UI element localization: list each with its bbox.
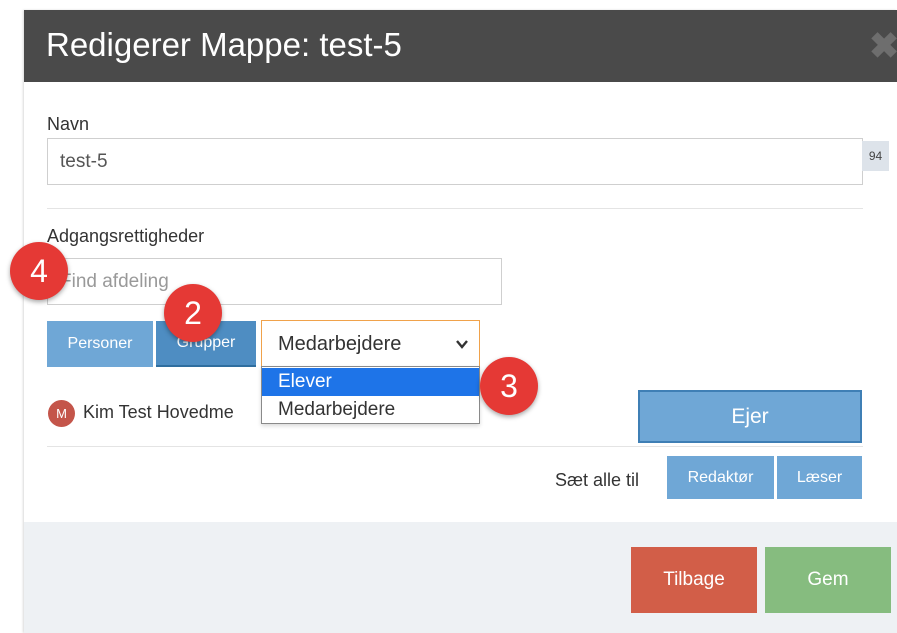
option-elever[interactable]: Elever: [262, 368, 479, 396]
member-divider: [47, 446, 863, 447]
name-label: Navn: [47, 114, 90, 134]
dialog-title: Redigerer Mappe: test-5: [46, 26, 402, 63]
close-icon[interactable]: ✖: [869, 28, 897, 64]
set-all-label: Sæt alle til: [555, 470, 640, 490]
char-counter: 94: [862, 141, 889, 171]
group-type-selected: Medarbejdere: [278, 333, 402, 355]
callout-badge-4: 4: [10, 242, 68, 300]
group-type-select[interactable]: Medarbejdere: [261, 320, 480, 369]
set-all-editor-button[interactable]: Redaktør: [667, 456, 774, 499]
owner-role-button[interactable]: Ejer: [638, 390, 862, 443]
option-medarbejdere[interactable]: Medarbejdere: [262, 396, 479, 424]
tab-persons[interactable]: Personer: [47, 321, 153, 367]
set-all-reader-button[interactable]: Læser: [777, 456, 862, 499]
avatar: M: [48, 400, 75, 427]
dialog-footer: Tilbage Gem: [24, 522, 897, 633]
screen: Redigerer Mappe: test-5 ✖ Navn 94 Adgang…: [0, 0, 897, 633]
group-type-dropdown: Elever Medarbejdere: [261, 366, 480, 424]
back-button[interactable]: Tilbage: [631, 547, 757, 613]
department-search-input[interactable]: [47, 258, 502, 305]
access-rights-label: Adgangsrettigheder: [47, 226, 205, 246]
section-divider: [47, 208, 863, 209]
name-input[interactable]: [47, 138, 863, 185]
save-button[interactable]: Gem: [765, 547, 891, 613]
edit-folder-dialog: Redigerer Mappe: test-5 ✖ Navn 94 Adgang…: [24, 10, 897, 633]
member-name: Kim Test Hovedme: [83, 402, 234, 422]
callout-badge-2: 2: [164, 284, 222, 342]
callout-badge-3: 3: [480, 357, 538, 415]
dialog-header: Redigerer Mappe: test-5 ✖: [24, 10, 897, 82]
